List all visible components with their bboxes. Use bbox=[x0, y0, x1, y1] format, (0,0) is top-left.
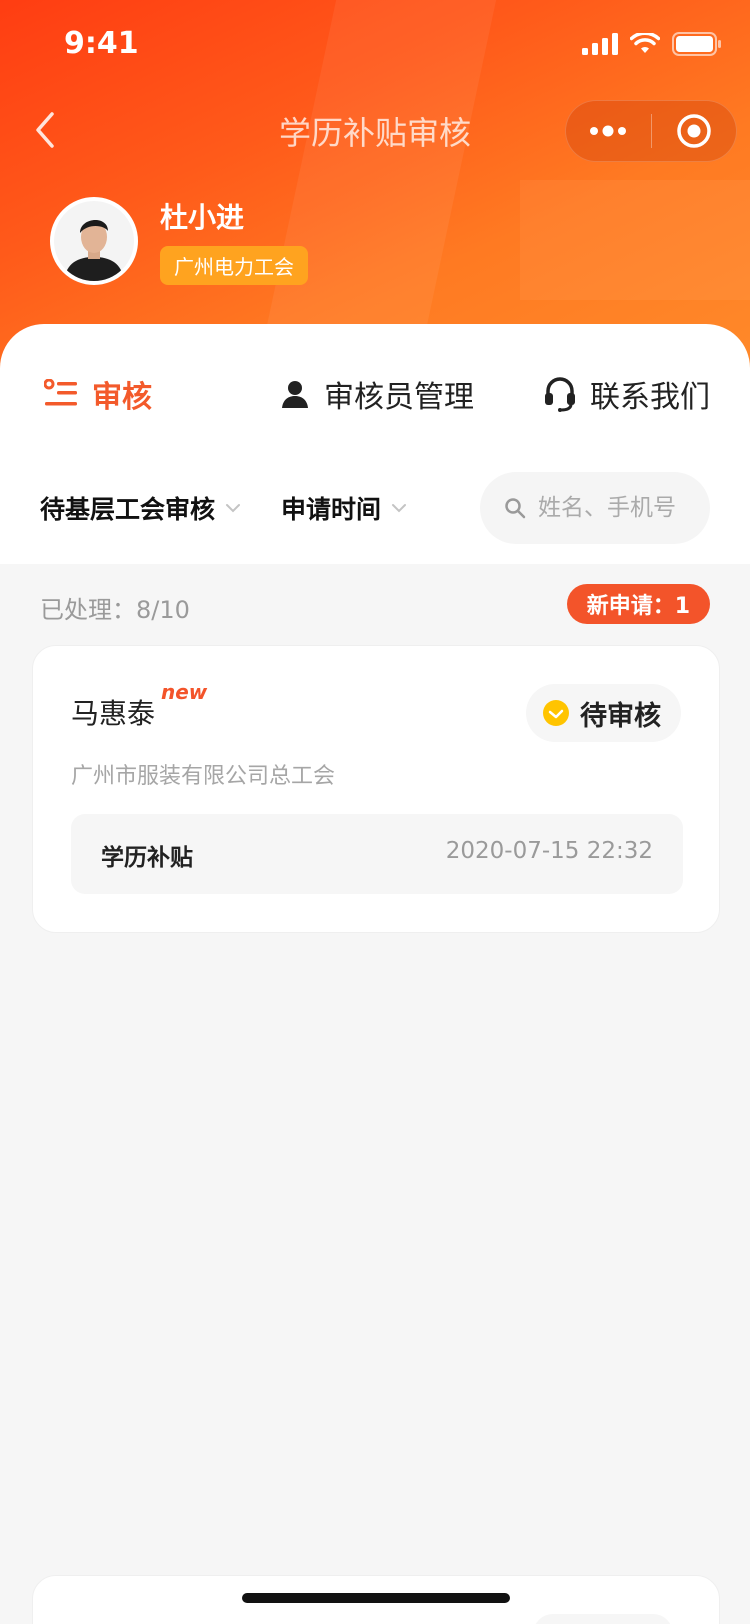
search-icon bbox=[505, 498, 526, 519]
headset-icon bbox=[545, 377, 575, 412]
search-box[interactable] bbox=[480, 472, 710, 544]
tab-reviewer-management-label: 审核员管理 bbox=[324, 380, 474, 415]
status-badge: 待审核 bbox=[526, 684, 681, 742]
more-button[interactable] bbox=[566, 100, 651, 162]
user-profile: 杜小进 广州电力工会 bbox=[50, 196, 308, 285]
status-text: 待审核 bbox=[580, 700, 661, 732]
search-input[interactable] bbox=[538, 495, 698, 521]
nav-bar: 学历补贴审核 bbox=[0, 96, 750, 166]
chevron-down-icon bbox=[226, 504, 241, 513]
filter-bar: 待基层工会审核 申请时间 bbox=[0, 472, 750, 544]
battery-icon bbox=[672, 32, 721, 56]
application-time: 2020-07-15 22:32 bbox=[445, 838, 653, 864]
chevron-down-icon bbox=[392, 504, 407, 513]
status-badge-partial bbox=[533, 1614, 673, 1624]
signal-icon bbox=[582, 33, 618, 55]
main-panel: 审核 审核员管理 联系我们 待基层工会审核 申请时间 姓名、手机号 bbox=[0, 324, 750, 564]
close-button[interactable] bbox=[652, 100, 737, 162]
new-mark: new bbox=[161, 680, 208, 704]
stats-row: 已处理：8/10 新申请：1 bbox=[0, 584, 750, 628]
application-type: 学历补贴 bbox=[101, 845, 193, 871]
application-record: 学历补贴 2020-07-15 22:32 bbox=[71, 814, 683, 894]
user-name: 杜小进 bbox=[160, 201, 245, 234]
tab-review-label: 审核 bbox=[92, 380, 152, 415]
mini-program-capsule bbox=[565, 100, 737, 162]
status-bar: 9:41 bbox=[0, 0, 750, 90]
time-filter-dropdown[interactable]: 申请时间 bbox=[281, 490, 407, 526]
target-close-icon bbox=[677, 114, 711, 148]
avatar-image bbox=[54, 200, 134, 281]
wifi-icon bbox=[630, 33, 660, 53]
list-check-icon bbox=[44, 379, 77, 406]
status-filter-label: 待基层工会审核 bbox=[40, 495, 216, 524]
status-time: 9:41 bbox=[64, 26, 139, 61]
status-icons bbox=[582, 32, 722, 56]
tab-contact-us-label: 联系我们 bbox=[590, 380, 710, 415]
home-indicator bbox=[242, 1593, 510, 1603]
pending-clock-icon bbox=[543, 700, 569, 726]
avatar bbox=[50, 196, 138, 285]
processed-count: 已处理：8/10 bbox=[40, 596, 190, 624]
status-filter-dropdown[interactable]: 待基层工会审核 bbox=[40, 490, 241, 526]
tab-bar: 审核 审核员管理 联系我们 bbox=[0, 364, 750, 424]
tab-reviewer-management[interactable]: 审核员管理 bbox=[280, 364, 474, 424]
person-icon bbox=[282, 381, 308, 408]
tab-contact-us[interactable]: 联系我们 bbox=[544, 364, 710, 424]
more-dots-icon bbox=[590, 125, 627, 137]
application-card[interactable]: 马惠泰 new 待审核 广州市服装有限公司总工会 学历补贴 2020-07-15… bbox=[32, 645, 720, 933]
new-applications-badge[interactable]: 新申请：1 bbox=[566, 584, 710, 624]
organization-tag: 广州电力工会 bbox=[160, 246, 308, 285]
tab-review[interactable]: 审核 bbox=[44, 364, 152, 424]
applicant-company: 广州市服装有限公司总工会 bbox=[71, 764, 336, 789]
applicant-name: 马惠泰 bbox=[71, 697, 156, 730]
time-filter-label: 申请时间 bbox=[281, 495, 382, 524]
